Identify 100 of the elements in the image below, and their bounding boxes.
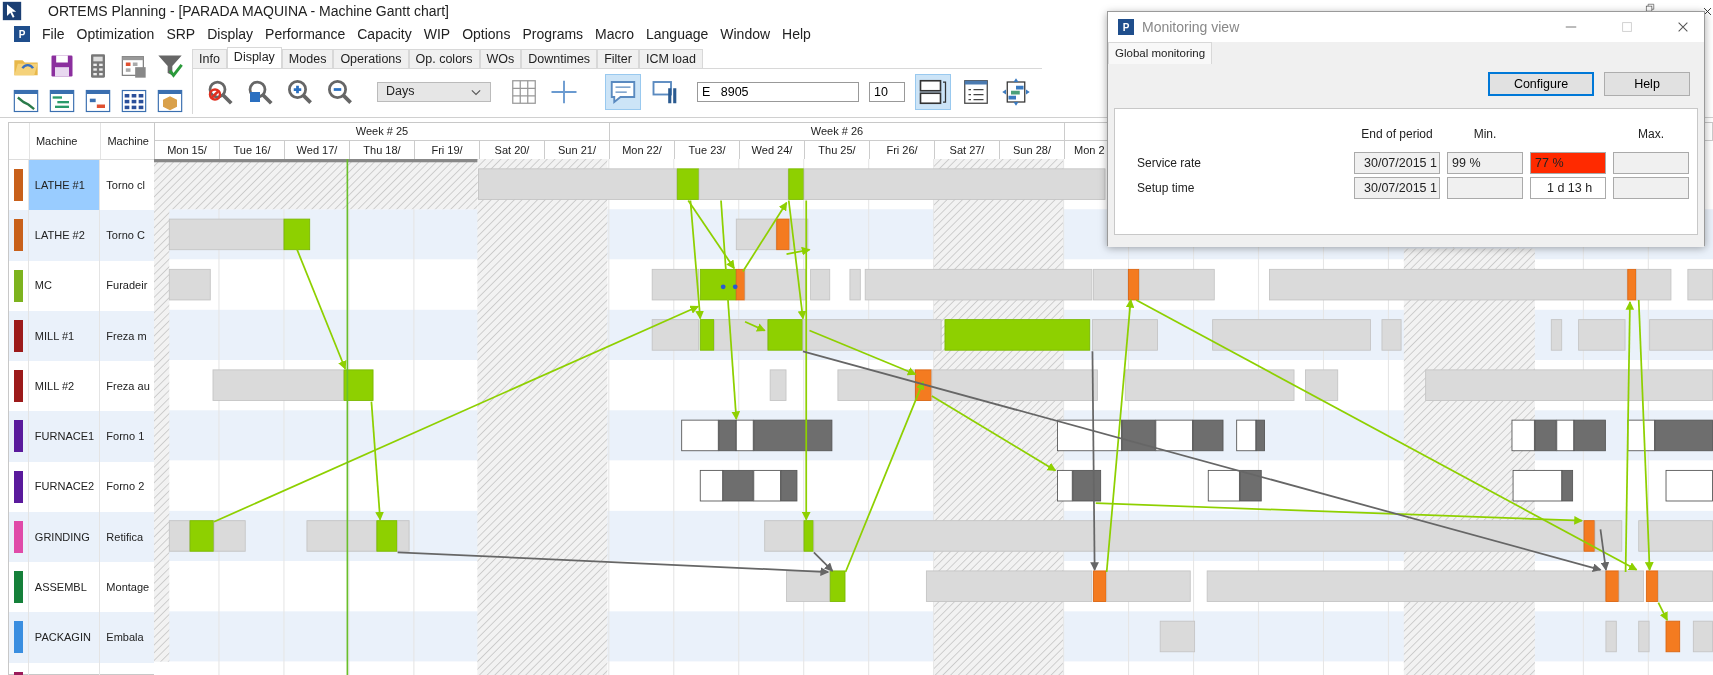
help-button[interactable]: Help (1604, 72, 1690, 96)
day-header: Sat 27/ (949, 144, 985, 156)
task-bar[interactable] (1618, 570, 1645, 602)
machine-code[interactable]: GRINDING (28, 511, 101, 562)
menu-item[interactable]: Language (646, 23, 709, 45)
value-field: 77 % (1530, 152, 1606, 174)
task-bar[interactable] (837, 369, 916, 401)
menu-item[interactable]: Display (207, 23, 254, 45)
task-bar[interactable] (1654, 419, 1713, 452)
menu-item[interactable]: Optimization (76, 23, 155, 45)
toolbar-tab[interactable]: ICM load (638, 49, 703, 68)
task-bar[interactable] (1207, 469, 1240, 502)
dependency-arrow (1657, 601, 1668, 622)
task-bar[interactable] (722, 469, 754, 502)
week-header: Week # 25 (355, 125, 409, 137)
toolbar-tab[interactable]: Display (226, 47, 282, 68)
task-bar[interactable] (1072, 469, 1102, 502)
dialog-tab[interactable]: Global monitoring (1108, 42, 1213, 64)
menu-item[interactable]: WIP (423, 23, 451, 45)
day-header: Sat 20/ (494, 144, 530, 156)
machine-description: Retifica (105, 529, 145, 545)
readonly-field: 99 % (1447, 152, 1523, 174)
task-bar[interactable] (1534, 419, 1557, 452)
readonly-field: 30/07/2015 1 (1354, 152, 1440, 174)
task-bar[interactable] (1155, 419, 1193, 452)
task-bar[interactable] (1594, 520, 1623, 552)
task-bar[interactable] (1561, 469, 1574, 502)
task-bar[interactable] (753, 469, 781, 502)
task-bar[interactable] (1192, 419, 1224, 452)
toolbar-tab[interactable]: Op. colors (408, 49, 480, 68)
menu-item[interactable]: File (42, 23, 65, 45)
machine-description: Torno C (105, 228, 146, 244)
task-bar[interactable] (1665, 469, 1713, 502)
task-bar[interactable] (1556, 419, 1575, 452)
comments-toggle[interactable] (605, 73, 641, 110)
machine-description: Torno cl (105, 177, 146, 193)
task-bar[interactable] (1239, 469, 1262, 502)
task-bar[interactable] (931, 369, 1098, 401)
configure-button[interactable]: Configure (1488, 72, 1594, 96)
search-field[interactable]: E 8905 (697, 81, 859, 102)
week-header: Week # 26 (810, 125, 864, 137)
menu-item[interactable]: Capacity (357, 23, 412, 45)
restore-icon[interactable] (1644, 3, 1656, 13)
machine-code[interactable]: PACKAGIN (28, 612, 101, 663)
app-logo: P (14, 26, 30, 42)
task-bar[interactable] (735, 419, 754, 452)
menu-item[interactable]: Options (462, 23, 511, 45)
task-bar[interactable] (1093, 268, 1129, 301)
layout-toggle[interactable] (915, 73, 951, 110)
task-bar[interactable] (780, 469, 798, 502)
menu-item[interactable]: Macro (595, 23, 634, 45)
task-bar[interactable] (1512, 469, 1563, 502)
count-field[interactable]: 10 (869, 81, 905, 102)
menu-item[interactable]: SRP (166, 23, 196, 45)
menu-item[interactable]: Programs (522, 23, 584, 45)
task-bar[interactable] (699, 268, 737, 301)
task-bar[interactable] (1255, 419, 1265, 452)
app-icon (2, 1, 22, 21)
task-bar[interactable] (1128, 268, 1140, 301)
machine-code[interactable]: MILL #1 (28, 310, 101, 361)
toolbar-tab[interactable]: Operations (333, 49, 409, 68)
task-bar[interactable] (681, 419, 719, 452)
task-bar[interactable] (786, 570, 831, 602)
task-bar[interactable] (1511, 419, 1535, 452)
task-bar[interactable] (753, 419, 833, 452)
machine-code[interactable]: MC (28, 260, 101, 311)
task-bar[interactable] (1121, 419, 1156, 452)
dependency-arrow (744, 320, 766, 332)
machine-code[interactable]: LATHE #2 (28, 210, 101, 261)
task-bar[interactable] (699, 469, 724, 502)
close-icon[interactable] (1676, 20, 1690, 34)
task-bar[interactable] (1627, 268, 1637, 301)
task-bar[interactable] (718, 419, 737, 452)
maximize-icon[interactable] (1620, 20, 1634, 34)
menu-item[interactable]: Window (720, 23, 771, 45)
toolbar-tab[interactable]: Filter (597, 49, 639, 68)
toolbar-tab[interactable]: Downtimes (521, 49, 598, 68)
machine-code[interactable]: LATHE #1 (28, 160, 101, 211)
task-bar[interactable] (1236, 419, 1257, 452)
task-bar[interactable] (1645, 570, 1659, 602)
task-bar[interactable] (1057, 469, 1073, 502)
toolbar-tab[interactable]: Info (192, 49, 227, 68)
menu-item[interactable]: Performance (265, 23, 346, 45)
gantt-move-icon[interactable] (1001, 76, 1031, 107)
scale-dropdown[interactable]: Days (377, 81, 491, 102)
day-header: Fri 26/ (886, 144, 918, 156)
column-header[interactable]: Machine (100, 123, 154, 159)
day-header: Wed 24/ (751, 144, 793, 156)
toolbar-tab[interactable]: Modes (281, 49, 334, 68)
toolbar-tab[interactable]: WOs (479, 49, 522, 68)
close-icon[interactable] (1702, 6, 1713, 17)
column-header[interactable]: Machine (28, 123, 101, 159)
menu-item[interactable]: Help (782, 23, 811, 45)
column-header: Max. (1637, 126, 1665, 143)
dialog-title: Monitoring view (1142, 17, 1240, 37)
machine-code[interactable]: FURNACE1 (28, 411, 101, 462)
day-header: Wed 17/ (296, 144, 338, 156)
machine-code[interactable]: FURNACE2 (28, 461, 101, 512)
task-bar[interactable] (1573, 419, 1606, 452)
window-title: ORTEMS Planning - [PARADA MAQUINA - Machine Gantt chart] (48, 1, 449, 21)
